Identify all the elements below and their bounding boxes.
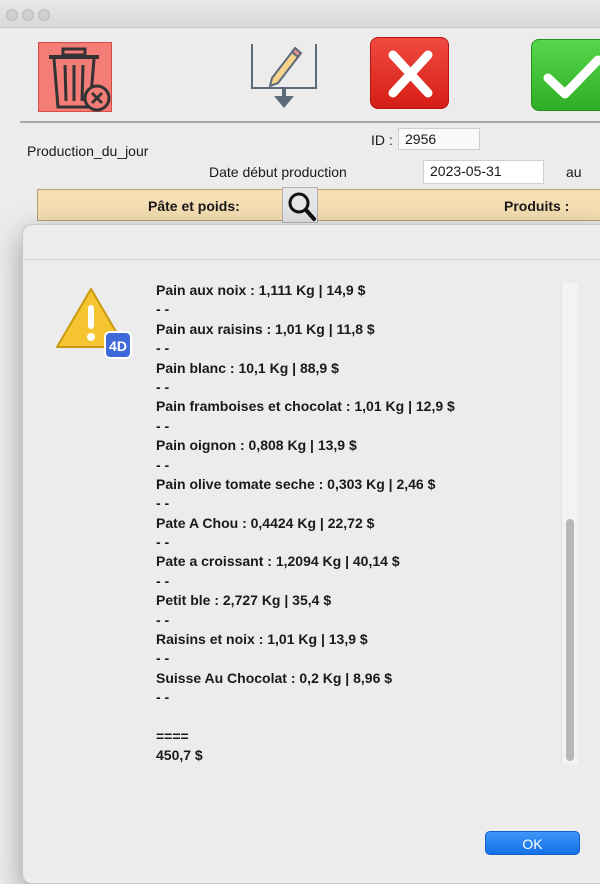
cancel-button[interactable] — [370, 37, 449, 109]
message-line: Pate a croissant : 1,2094 Kg | 40,14 $ — [156, 553, 400, 570]
message-line: Pate A Chou : 0,4424 Kg | 22,72 $ — [156, 514, 375, 531]
message-line: - - — [156, 456, 170, 473]
toolbar-divider — [20, 121, 600, 123]
date-start-field[interactable]: 2023-05-31 — [423, 160, 544, 184]
message-line: Pain framboises et chocolat : 1,01 Kg | … — [156, 398, 455, 415]
4d-badge-text: 4D — [109, 338, 127, 354]
alert-message: Pain aux noix : 1,111 Kg | 14,9 $ - - Pain… — [156, 281, 556, 766]
message-line: - - — [156, 417, 170, 434]
message-line: Pain olive tomate seche : 0,303 Kg | 2,4… — [156, 475, 436, 492]
form-title: Production_du_jour — [27, 143, 149, 159]
message-line: Pain oignon : 0,808 Kg | 13,9 $ — [156, 437, 357, 454]
scrollbar-thumb[interactable] — [566, 519, 574, 761]
message-line: Pain aux raisins : 1,01 Kg | 11,8 $ — [156, 320, 375, 337]
dialog-separator — [23, 259, 600, 260]
header-dough-weight: Pâte et poids: — [148, 198, 240, 214]
message-line: - - — [156, 301, 170, 318]
message-line: - - — [156, 650, 170, 667]
message-line: - - — [156, 572, 170, 589]
alert-icon-group: 4D — [55, 285, 135, 361]
message-line: Raisins et noix : 1,01 Kg | 13,9 $ — [156, 631, 368, 648]
message-scrollbar[interactable] — [561, 283, 578, 765]
id-field[interactable]: 2956 — [398, 128, 480, 150]
message-line: 450,7 $ — [156, 747, 203, 764]
header-products: Produits : — [504, 198, 570, 214]
ok-button[interactable]: OK — [485, 831, 580, 855]
id-label: ID : — [371, 132, 393, 148]
message-line — [156, 708, 556, 727]
message-line: - - — [156, 611, 170, 628]
minimize-window-button[interactable] — [22, 9, 34, 21]
message-line: ==== — [156, 727, 189, 744]
close-window-button[interactable] — [6, 9, 18, 21]
alert-dialog: 4D Pain aux noix : 1,111 Kg | 14,9 $ - -P… — [22, 224, 600, 884]
trash-icon — [49, 47, 111, 112]
message-line: Petit ble : 2,727 Kg | 35,4 $ — [156, 592, 332, 609]
warning-icon: 4D — [56, 288, 132, 359]
window-titlebar — [0, 0, 600, 28]
message-line: - - — [156, 495, 170, 512]
date-to-label: au — [566, 164, 582, 180]
message-line: Pain aux noix : 1,111 Kg | 14,9 $ — [156, 282, 366, 298]
zoom-window-button[interactable] — [38, 9, 50, 21]
message-line: Suisse Au Chocolat : 0,2 Kg | 8,96 $ — [156, 669, 393, 686]
checkmark-icon — [543, 55, 600, 99]
search-button[interactable] — [282, 187, 318, 223]
export-pencil-icon — [251, 44, 317, 108]
message-line: - - — [156, 534, 170, 551]
date-start-label: Date début production — [209, 164, 347, 180]
validate-button[interactable] — [531, 39, 600, 111]
search-icon — [288, 192, 316, 221]
delete-button[interactable] — [38, 42, 112, 112]
export-button[interactable] — [248, 42, 320, 112]
message-line: - - — [156, 689, 170, 706]
message-line: - - — [156, 340, 170, 357]
message-line: - - — [156, 378, 170, 395]
cancel-x-icon — [388, 50, 433, 98]
message-line: Pain blanc : 10,1 Kg | 88,9 $ — [156, 359, 339, 376]
